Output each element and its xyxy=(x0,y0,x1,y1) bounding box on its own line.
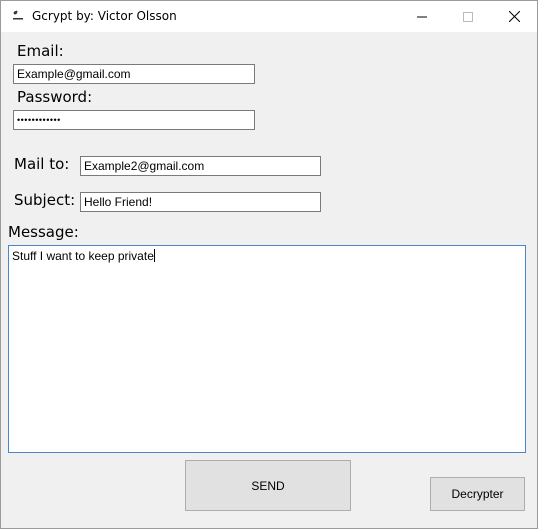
app-window: Gcrypt by: Victor Olsson Email: Example@… xyxy=(0,0,538,529)
text-caret xyxy=(153,249,155,262)
mailto-label: Mail to: xyxy=(14,155,70,173)
gcrypt-app-icon xyxy=(13,10,23,20)
subject-label: Subject: xyxy=(14,191,76,209)
subject-input[interactable]: Hello Friend! xyxy=(80,192,321,212)
close-icon xyxy=(508,11,520,22)
minimize-button[interactable] xyxy=(399,1,445,32)
maximize-button[interactable] xyxy=(445,1,491,32)
email-label: Email: xyxy=(17,42,64,60)
password-input[interactable]: •••••••••••• xyxy=(13,110,255,130)
maximize-icon xyxy=(463,11,473,22)
window-title: Gcrypt by: Victor Olsson xyxy=(32,9,177,23)
message-textarea[interactable]: Stuff I want to keep private xyxy=(8,245,526,453)
title-bar[interactable]: Gcrypt by: Victor Olsson xyxy=(1,1,537,32)
password-label: Password: xyxy=(17,88,93,106)
close-button[interactable] xyxy=(491,1,537,32)
send-button[interactable]: SEND xyxy=(185,460,351,511)
minimize-icon xyxy=(417,16,427,17)
message-text: Stuff I want to keep private xyxy=(12,249,154,263)
decrypter-button[interactable]: Decrypter xyxy=(430,477,525,511)
mailto-input[interactable]: Example2@gmail.com xyxy=(80,156,321,176)
message-label: Message: xyxy=(8,223,79,241)
email-input[interactable]: Example@gmail.com xyxy=(13,64,255,84)
